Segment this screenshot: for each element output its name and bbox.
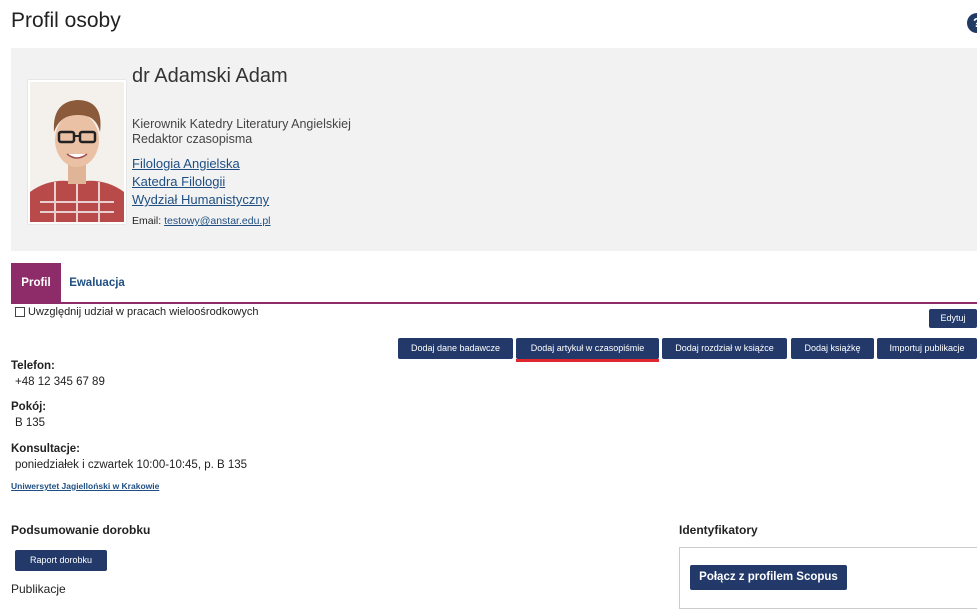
- room-value: B 135: [15, 417, 46, 429]
- tab-profil[interactable]: Profil: [11, 263, 61, 302]
- import-publications-button[interactable]: Importuj publikacje: [877, 338, 977, 359]
- help-icon[interactable]: ?: [967, 13, 977, 33]
- add-book-chapter-button[interactable]: Dodaj rozdział w książce: [662, 338, 787, 359]
- page-title: Profil osoby: [11, 9, 121, 32]
- room-label: Pokój:: [11, 401, 47, 413]
- unit-link-filologia[interactable]: Filologia Angielska: [132, 156, 240, 171]
- tab-divider: [11, 302, 977, 304]
- phone-value: +48 12 345 67 89: [15, 376, 105, 388]
- report-button[interactable]: Raport dorobku: [15, 550, 107, 571]
- avatar: [28, 80, 126, 224]
- include-checkbox-row[interactable]: Uwzględnij udział w pracach wieloośrodko…: [15, 306, 259, 318]
- edit-button[interactable]: Edytuj: [929, 309, 977, 328]
- consultation-value: poniedziałek i czwartek 10:00-10:45, p. …: [15, 459, 248, 471]
- email-row: Email: testowy@anstar.edu.pl: [132, 215, 271, 227]
- publications-label: Publikacje: [11, 582, 66, 596]
- email-link[interactable]: testowy@anstar.edu.pl: [164, 215, 270, 227]
- person-name: dr Adamski Adam: [132, 65, 288, 87]
- connect-scopus-button[interactable]: Połącz z profilem Scopus: [690, 565, 847, 590]
- add-book-button[interactable]: Dodaj książkę: [791, 338, 874, 359]
- person-photo-icon: [30, 82, 124, 222]
- role-editor: Redaktor czasopisma: [132, 132, 253, 146]
- university-link[interactable]: Uniwersytet Jagielloński w Krakowie: [11, 481, 159, 491]
- unit-link-wydzial[interactable]: Wydział Humanistyczny: [132, 192, 269, 207]
- active-action-underline: [516, 359, 659, 362]
- summary-heading: Podsumowanie dorobku: [11, 523, 151, 537]
- phone-label: Telefon:: [11, 360, 55, 372]
- identifiers-heading: Identyfikatory: [679, 523, 758, 537]
- email-label: Email:: [132, 215, 162, 227]
- tab-ewaluacja[interactable]: Ewaluacja: [62, 263, 132, 302]
- add-research-data-button[interactable]: Dodaj dane badawcze: [398, 338, 513, 359]
- role-head-of-department: Kierownik Katedry Literatury Angielskiej: [132, 117, 351, 131]
- add-journal-article-button[interactable]: Dodaj artykuł w czasopiśmie: [516, 338, 659, 359]
- include-checkbox-label: Uwzględnij udział w pracach wieloośrodko…: [28, 306, 259, 318]
- consultation-label: Konsultacje:: [11, 443, 81, 455]
- unit-link-katedra[interactable]: Katedra Filologii: [132, 174, 225, 189]
- include-checkbox[interactable]: [15, 307, 25, 317]
